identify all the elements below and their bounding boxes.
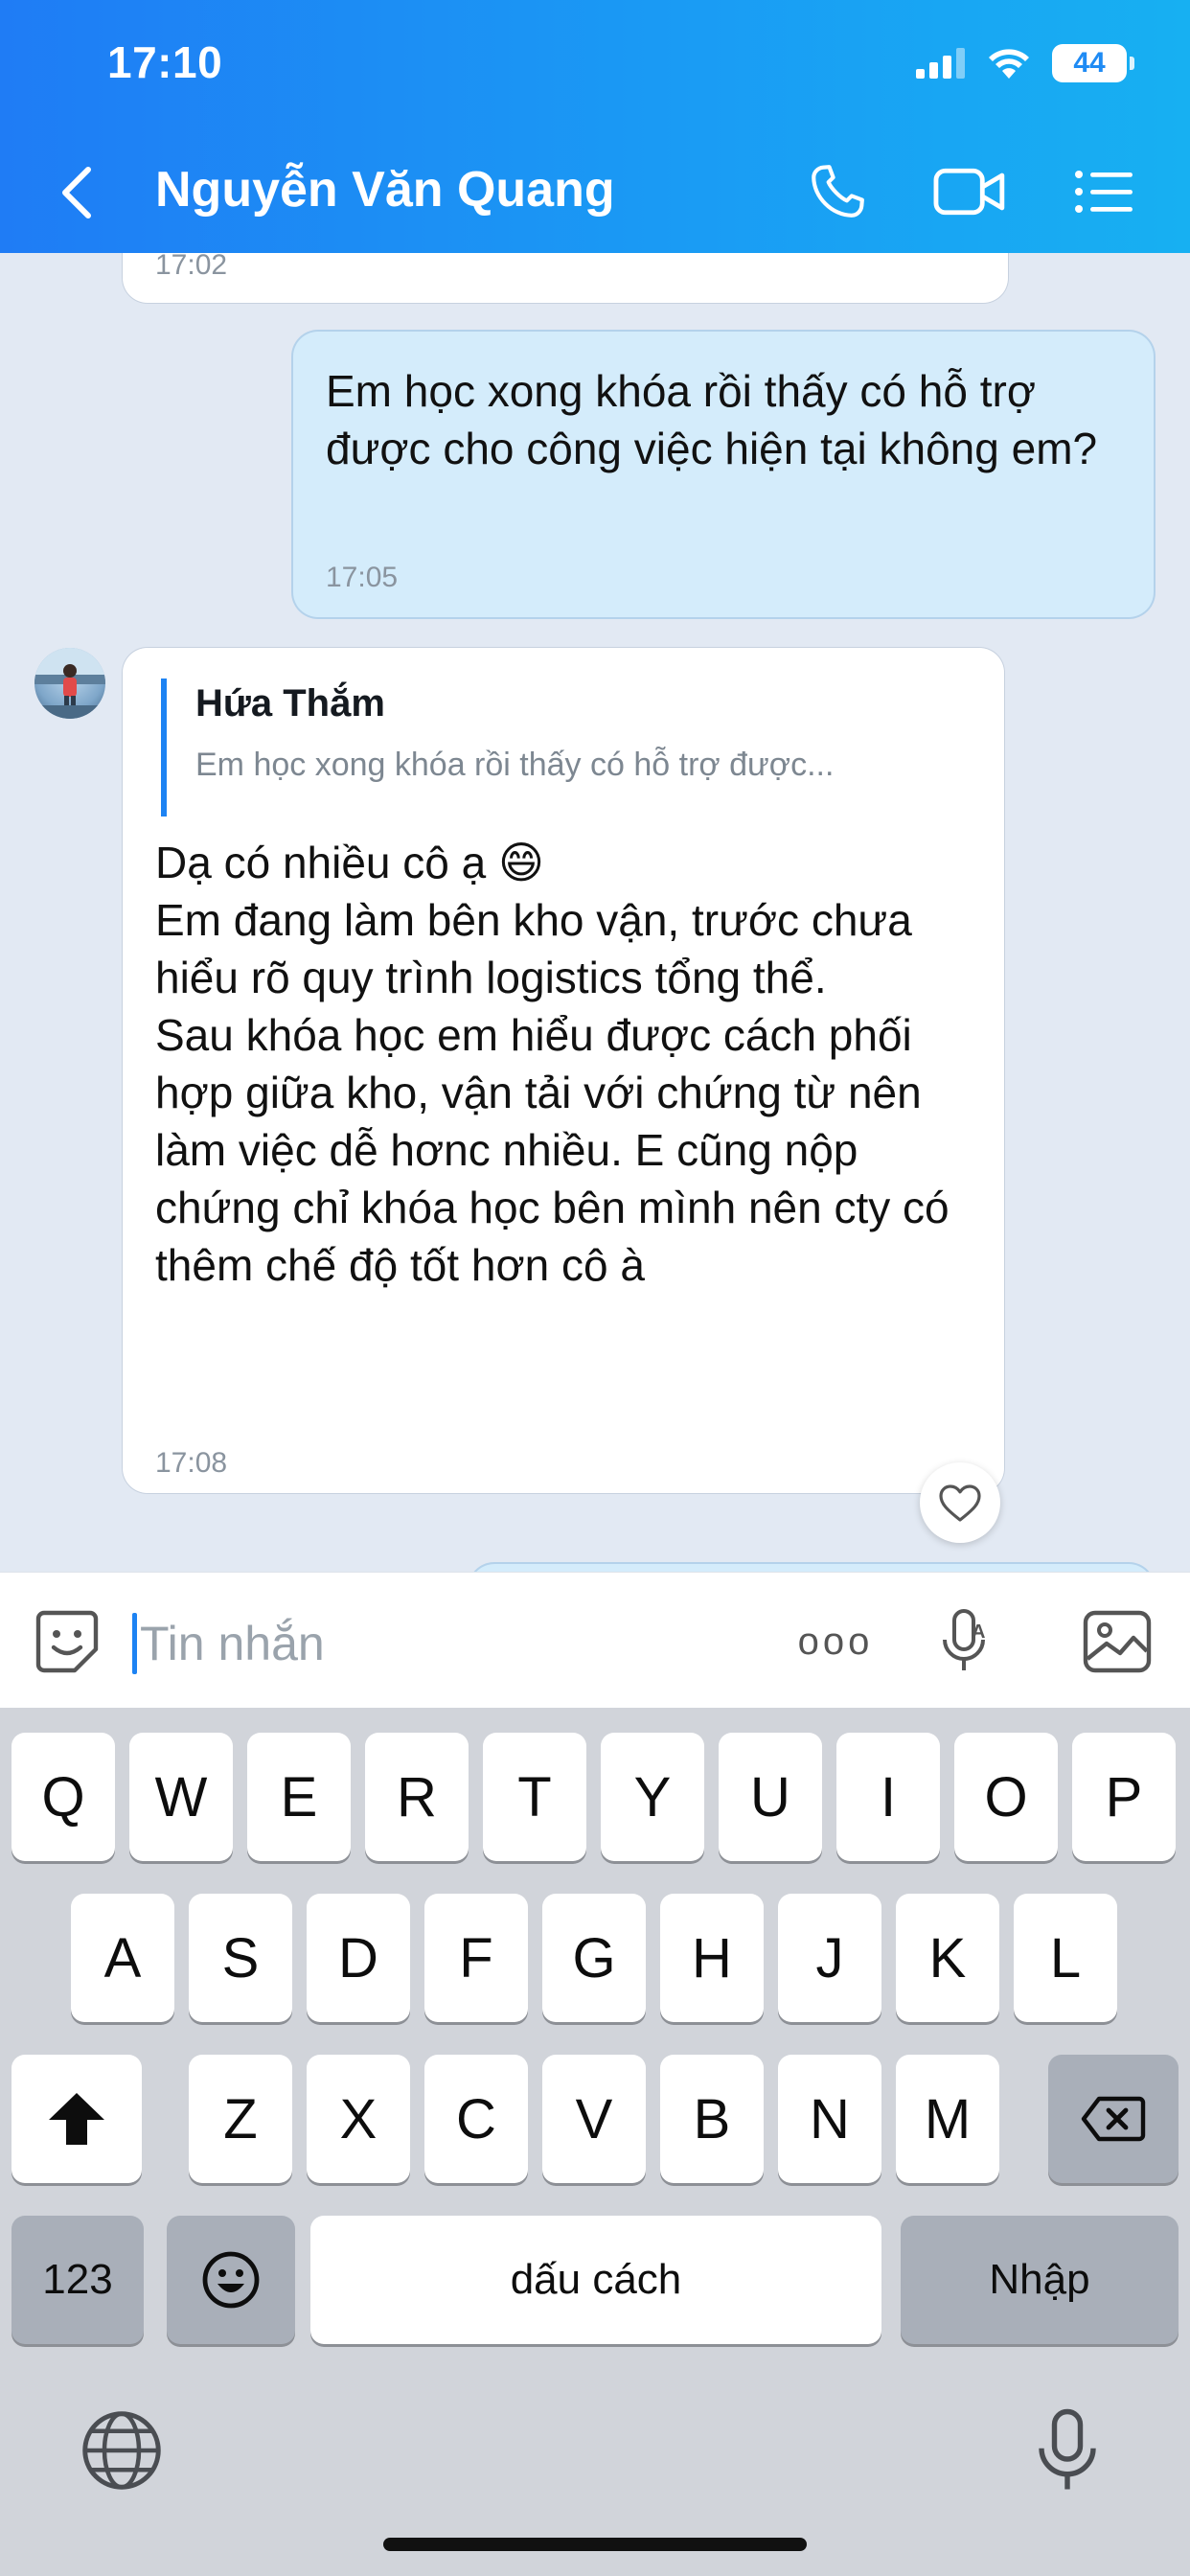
home-indicator [383,2538,807,2551]
key-z[interactable]: Z [189,2055,292,2183]
key-n[interactable]: N [778,2055,881,2183]
microphone-icon [1039,2408,1096,2490]
key-k[interactable]: K [896,1894,999,2022]
video-camera-icon [933,168,1005,216]
key-u[interactable]: U [719,1733,822,1861]
next-message-bubble[interactable] [469,1564,1154,1572]
phone-icon [812,165,864,218]
chat-title[interactable]: Nguyễn Văn Quang [155,161,615,218]
key-r[interactable]: R [365,1733,469,1861]
svg-text:A: A [972,1622,985,1643]
space-key[interactable]: dấu cách [310,2216,881,2344]
emoji-key[interactable] [167,2216,295,2344]
previous-message-bubble[interactable]: 17:02 [123,253,1008,303]
key-m[interactable]: M [896,2055,999,2183]
list-menu-icon [1075,171,1133,213]
key-p[interactable]: P [1072,1733,1176,1861]
video-call-button[interactable] [931,153,1008,230]
image-icon [1083,1610,1152,1673]
call-button[interactable] [799,153,876,230]
key-i[interactable]: I [836,1733,940,1861]
key-y[interactable]: Y [601,1733,704,1861]
key-a[interactable]: A [71,1894,174,2022]
key-c[interactable]: C [424,2055,528,2183]
avatar-photo [34,648,105,719]
message-line: Em đang làm bên kho vận, trước chưa hiểu… [155,895,912,1002]
menu-button[interactable] [1065,153,1142,230]
battery-icon: 44 [1052,44,1134,82]
signal-icon [916,48,965,79]
message-composer: ooo A [0,1572,1190,1708]
message-text: Em học xong khóa rồi thấy có hỗ trợ được… [326,366,1098,473]
backspace-icon [1081,2096,1146,2142]
key-q[interactable]: Q [11,1733,115,1861]
keyboard: Q W E R T Y U I O P A S D F G H J K L Z … [0,1708,1190,2576]
key-s[interactable]: S [189,1894,292,2022]
key-e[interactable]: E [247,1733,351,1861]
chevron-left-icon [62,167,91,218]
voice-to-text-button[interactable]: A [926,1601,1006,1682]
message-time: 17:02 [155,253,228,281]
image-button[interactable] [1077,1601,1157,1682]
chat-header: 17:10 44 Nguyễn Văn Quang [0,0,1190,253]
status-icons: 44 [916,42,1134,84]
key-d[interactable]: D [307,1894,410,2022]
key-g[interactable]: G [542,1894,646,2022]
message-input[interactable] [140,1605,753,1682]
status-time: 17:10 [107,37,223,87]
microphone-text-icon: A [943,1609,985,1670]
shift-arrow-icon [49,2093,104,2145]
sticker-button[interactable] [27,1601,107,1682]
sent-message-bubble[interactable]: Em học xong khóa rồi thấy có hỗ trợ được… [293,332,1154,617]
wifi-icon [989,49,1029,79]
message-line: Dạ có nhiều cô ạ 😄 [155,838,544,887]
heart-icon [939,1484,981,1522]
text-caret [132,1613,137,1674]
sticker-icon [35,1610,99,1673]
reaction-button[interactable] [920,1462,1000,1543]
message-time: 17:08 [155,1447,228,1479]
dictation-button[interactable] [1029,2407,1106,2494]
key-w[interactable]: W [129,1733,233,1861]
quoted-message[interactable]: Hứa Thắm Em học xong khóa rồi thấy có hỗ… [161,678,966,816]
language-button[interactable] [79,2407,165,2494]
message-body: Dạ có nhiều cô ạ 😄 Em đang làm bên kho v… [155,834,979,1294]
globe-icon [82,2411,161,2490]
key-l[interactable]: L [1014,1894,1117,2022]
key-b[interactable]: B [660,2055,764,2183]
key-o[interactable]: O [954,1733,1058,1861]
key-j[interactable]: J [778,1894,881,2022]
message-list[interactable]: 17:02 Em học xong khóa rồi thấy có hỗ tr… [0,253,1190,1572]
emoji-icon [202,2251,260,2309]
key-v[interactable]: V [542,2055,646,2183]
message-line: Sau khóa học em hiểu được cách phối hợp … [155,1010,950,1290]
avatar[interactable] [34,648,105,719]
message-time: 17:05 [326,562,399,593]
key-t[interactable]: T [483,1733,586,1861]
return-key[interactable]: Nhập [901,2216,1179,2344]
key-h[interactable]: H [660,1894,764,2022]
back-button[interactable] [59,159,105,226]
shift-key[interactable] [11,2055,142,2183]
key-x[interactable]: X [307,2055,410,2183]
more-options-button[interactable]: ooo [788,1601,883,1682]
key-f[interactable]: F [424,1894,528,2022]
received-message-bubble[interactable]: Hứa Thắm Em học xong khóa rồi thấy có hỗ… [123,648,1004,1493]
numbers-key[interactable]: 123 [11,2216,144,2344]
quoted-sender-name: Hứa Thắm [195,682,385,724]
backspace-key[interactable] [1048,2055,1179,2183]
quoted-text: Em học xong khóa rồi thấy có hỗ trợ được… [195,747,835,783]
